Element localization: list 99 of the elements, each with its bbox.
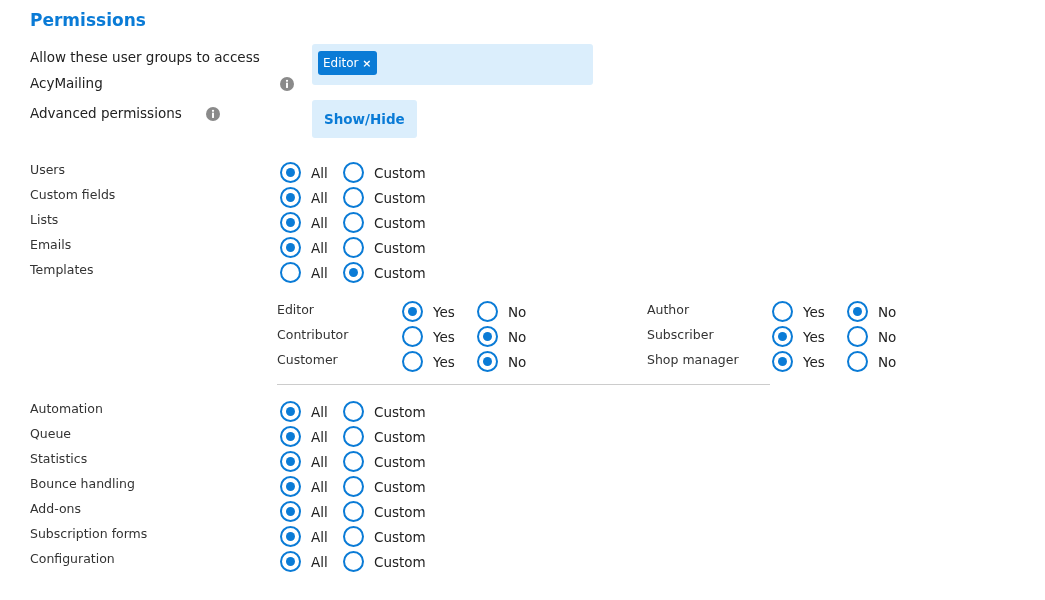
group-label: Editor — [277, 302, 315, 317]
radio-button[interactable] — [343, 237, 364, 258]
radio-button[interactable] — [402, 301, 423, 322]
option-label: All — [311, 189, 329, 206]
radio-button[interactable] — [477, 326, 498, 347]
radio-button[interactable] — [343, 401, 364, 422]
radio-button[interactable] — [280, 187, 301, 208]
group-label: Author — [647, 302, 691, 317]
option-label: No — [878, 328, 897, 345]
option-label: Custom — [374, 478, 426, 495]
info-icon[interactable] — [280, 77, 294, 91]
radio-button[interactable] — [343, 212, 364, 233]
permission-label: Emails — [30, 237, 73, 252]
radio-button[interactable] — [343, 476, 364, 497]
option-label: Custom — [374, 403, 426, 420]
group-label: Contributor — [277, 327, 350, 342]
group-tag: Editor × — [318, 51, 377, 75]
option-label: No — [878, 303, 897, 320]
radio-button[interactable] — [847, 326, 868, 347]
radio-button[interactable] — [847, 351, 868, 372]
option-label: Custom — [374, 453, 426, 470]
user-groups-field[interactable]: Editor × — [312, 44, 593, 85]
group-label: Customer — [277, 352, 339, 367]
radio-button[interactable] — [343, 426, 364, 447]
radio-button[interactable] — [280, 426, 301, 447]
radio-button[interactable] — [402, 326, 423, 347]
option-label: Custom — [374, 264, 426, 281]
option-label: Custom — [374, 553, 426, 570]
option-label: Yes — [803, 353, 825, 370]
option-label: All — [311, 214, 329, 231]
permission-label: Subscription forms — [30, 526, 149, 541]
remove-tag-button[interactable]: × — [362, 57, 372, 70]
radio-button[interactable] — [402, 351, 423, 372]
option-label: All — [311, 403, 329, 420]
option-label: Yes — [433, 303, 455, 320]
info-icon[interactable] — [206, 107, 220, 121]
radio-button[interactable] — [343, 526, 364, 547]
option-label: Custom — [374, 428, 426, 445]
option-label: All — [311, 478, 329, 495]
option-label: All — [311, 264, 329, 281]
option-label: No — [508, 353, 527, 370]
radio-button[interactable] — [343, 187, 364, 208]
permission-label: Lists — [30, 212, 60, 227]
radio-button[interactable] — [343, 162, 364, 183]
option-label: All — [311, 239, 329, 256]
option-label: All — [311, 428, 329, 445]
permission-label: Custom fields — [30, 187, 117, 202]
permission-label: Configuration — [30, 551, 116, 566]
option-label: All — [311, 453, 329, 470]
radio-button[interactable] — [477, 351, 498, 372]
permission-label: Bounce handling — [30, 476, 136, 491]
option-label: Yes — [433, 328, 455, 345]
radio-button[interactable] — [772, 326, 793, 347]
option-label: No — [508, 303, 527, 320]
permission-label: Templates — [30, 262, 95, 277]
option-label: No — [508, 328, 527, 345]
radio-button[interactable] — [772, 351, 793, 372]
radio-button[interactable] — [343, 451, 364, 472]
group-label: Shop manager — [647, 352, 740, 367]
option-label: All — [311, 164, 329, 181]
option-label: All — [311, 503, 329, 520]
field-label: Advanced permissions — [30, 105, 182, 121]
radio-button[interactable] — [280, 237, 301, 258]
radio-button[interactable] — [343, 551, 364, 572]
radio-button[interactable] — [280, 501, 301, 522]
show-hide-button[interactable]: Show/Hide — [312, 100, 417, 138]
option-label: Yes — [803, 303, 825, 320]
option-label: Custom — [374, 189, 426, 206]
option-label: Custom — [374, 164, 426, 181]
permission-label: Add-ons — [30, 501, 83, 516]
group-label: Subscriber — [647, 327, 715, 342]
radio-button[interactable] — [280, 476, 301, 497]
option-label: No — [878, 353, 897, 370]
permission-label: Queue — [30, 426, 73, 441]
option-label: Custom — [374, 503, 426, 520]
option-label: All — [311, 528, 329, 545]
option-label: Custom — [374, 239, 426, 256]
option-label: Yes — [433, 353, 455, 370]
radio-button[interactable] — [280, 401, 301, 422]
radio-button[interactable] — [343, 501, 364, 522]
radio-button[interactable] — [280, 526, 301, 547]
radio-button[interactable] — [343, 262, 364, 283]
radio-button[interactable] — [280, 551, 301, 572]
radio-button[interactable] — [280, 451, 301, 472]
radio-button[interactable] — [280, 212, 301, 233]
permission-label: Statistics — [30, 451, 89, 466]
permission-label: Automation — [30, 401, 104, 416]
option-label: All — [311, 553, 329, 570]
radio-button[interactable] — [847, 301, 868, 322]
option-label: Custom — [374, 214, 426, 231]
field-label: Allow these user groups to access AcyMailing — [30, 48, 261, 93]
radio-button[interactable] — [280, 262, 301, 283]
permission-label: Users — [30, 162, 66, 177]
option-label: Yes — [803, 328, 825, 345]
radio-button[interactable] — [280, 162, 301, 183]
section-heading: Permissions — [30, 10, 147, 30]
radio-button[interactable] — [477, 301, 498, 322]
radio-button[interactable] — [772, 301, 793, 322]
option-label: Custom — [374, 528, 426, 545]
